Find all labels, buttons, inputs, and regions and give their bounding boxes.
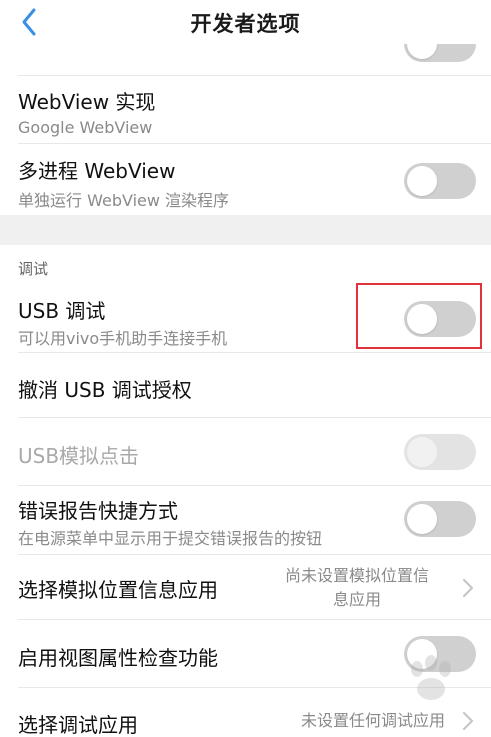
header-bar: 开发者选项 [0, 0, 491, 44]
item-title: WebView 实现 [18, 90, 156, 114]
list-item-revoke-usb-authorization[interactable]: 撤消 USB 调试授权 [0, 354, 491, 418]
list-item-clipped[interactable] [0, 26, 491, 76]
list-item-mock-location-app[interactable]: 选择模拟位置信息应用 尚未设置模拟位置信 息应用 [0, 556, 491, 620]
item-title: 撤消 USB 调试授权 [18, 378, 192, 402]
developer-options-screen: 开发者选项 WebView 实现 Google WebView 多进程 WebV… [0, 0, 491, 737]
section-separator [0, 215, 491, 245]
item-subtitle: 可以用vivo手机助手连接手机 [18, 329, 228, 348]
item-title: 启用视图属性检查功能 [18, 646, 218, 670]
list-item-multiprocess-webview[interactable]: 多进程 WebView 单独运行 WebView 渲染程序 [0, 145, 491, 215]
list-item-usb-simulated-click[interactable]: USB模拟点击 [0, 418, 491, 486]
item-title: USB模拟点击 [18, 444, 140, 468]
chevron-right-icon [463, 579, 473, 597]
item-subtitle: 在电源菜单中显示用于提交错误报告的按钮 [18, 529, 323, 548]
item-subtitle: 单独运行 WebView 渲染程序 [18, 191, 230, 210]
item-title: 多进程 WebView [18, 159, 176, 183]
item-value: 尚未设置模拟位置信 息应用 [262, 564, 452, 612]
multiprocess-webview-toggle[interactable] [404, 163, 476, 199]
item-title: 选择调试应用 [18, 713, 138, 737]
item-title: USB 调试 [18, 299, 106, 323]
highlight-box [356, 283, 482, 349]
item-value-line2: 息应用 [332, 590, 381, 609]
item-value-line1: 尚未设置模拟位置信 [284, 566, 429, 585]
baidu-paw-icon [411, 655, 451, 700]
item-title: 选择模拟位置信息应用 [18, 578, 218, 602]
page-title: 开发者选项 [190, 12, 301, 36]
item-title: 错误报告快捷方式 [18, 499, 178, 523]
section-header: 调试 [0, 245, 491, 285]
chevron-right-icon [463, 712, 473, 730]
list-item-bug-report-shortcut[interactable]: 错误报告快捷方式 在电源菜单中显示用于提交错误报告的按钮 [0, 487, 491, 555]
list-item-webview-implementation[interactable]: WebView 实现 Google WebView [0, 76, 491, 144]
bug-report-shortcut-toggle[interactable] [404, 501, 476, 537]
item-subtitle: Google WebView [18, 118, 153, 137]
section-label-debug: 调试 [18, 260, 49, 278]
usb-simulated-click-toggle[interactable] [404, 434, 476, 470]
